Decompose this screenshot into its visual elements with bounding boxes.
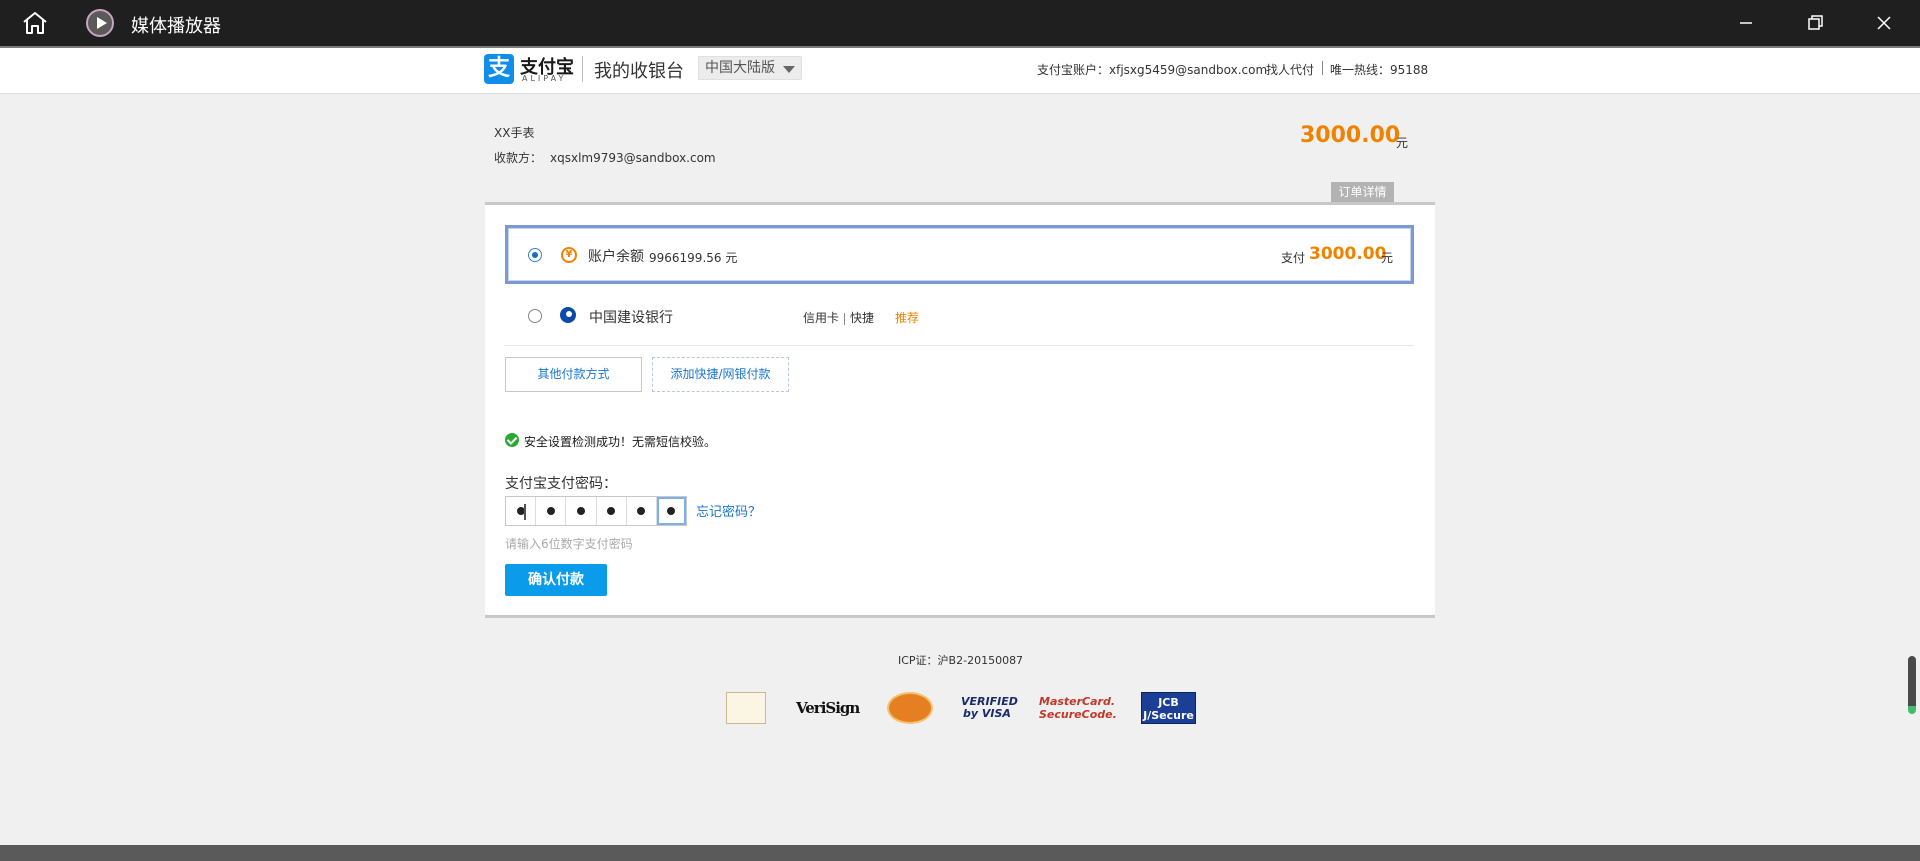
jcb-line1: JCB	[1158, 696, 1179, 709]
password-digit[interactable]	[506, 497, 537, 525]
add-card-button[interactable]: 添加快捷/网银付款	[652, 357, 789, 392]
header-separator	[1322, 61, 1323, 75]
order-amount: 3000.00	[1300, 123, 1401, 148]
recommend-badge: 推荐	[895, 311, 920, 325]
payee-info: 收款方： xqsxlm9793@sandbox.com	[494, 149, 716, 166]
window-title: 媒体播放器	[131, 16, 221, 37]
password-digit[interactable]	[656, 497, 687, 525]
alipay-logo-icon: 支	[484, 54, 514, 84]
bank-radio[interactable]	[528, 309, 542, 323]
password-digit[interactable]	[597, 497, 627, 525]
bank-label[interactable]: 中国建设银行	[589, 307, 673, 327]
check-circle-icon	[505, 433, 519, 447]
options-divider	[505, 345, 1414, 346]
jcb-line2: J/Secure	[1143, 709, 1194, 722]
order-detail-button[interactable]: 订单详情	[1331, 182, 1394, 202]
alipay-logo-sub: ALIPAY	[522, 74, 567, 83]
icp-license: ICP证：沪B2-20150087	[898, 654, 1024, 667]
region-select-label: 中国大陆版	[705, 60, 775, 76]
region-select[interactable]: 中国大陆版	[698, 56, 802, 80]
account-info: 支付宝账户：xfjsxg5459@sandbox.com	[1037, 63, 1268, 77]
verified-by-visa-badge: VERIFIED by VISA	[961, 692, 1018, 724]
cashier-title: 我的收银台	[594, 61, 684, 82]
chevron-down-icon	[783, 66, 795, 73]
text-cursor-icon	[524, 504, 526, 520]
window-titlebar: 媒体播放器	[0, 0, 1920, 46]
jcb-jsecure-badge: JCB J/Secure	[1141, 692, 1196, 724]
confirm-pay-button[interactable]: 确认付款	[505, 564, 607, 596]
media-player-icon	[86, 9, 114, 37]
bottom-bar	[0, 845, 1920, 861]
proxy-pay-link[interactable]: 找人代付	[1266, 61, 1314, 78]
restore-icon[interactable]	[1795, 8, 1835, 38]
order-currency: 元	[1396, 136, 1409, 150]
mastercard-securecode-badge: MasterCard. SecureCode.	[1039, 692, 1117, 724]
password-label: 支付宝支付密码：	[505, 476, 617, 492]
home-icon[interactable]	[20, 10, 50, 36]
scrollbar-thumb[interactable]	[1908, 656, 1916, 714]
bank-tag-credit: 信用卡	[803, 311, 840, 325]
pay-currency: 元	[1381, 251, 1394, 265]
hotline-info: 唯一热线：95188	[1330, 63, 1429, 77]
cashier-header: 支 支付宝 ALIPAY 我的收银台 中国大陆版 支付宝账户：xfjsxg545…	[0, 48, 1920, 94]
password-digit[interactable]	[566, 497, 597, 525]
security-message: 安全设置检测成功！无需短信校验。	[524, 435, 717, 449]
payee-account: xqsxlm9793@sandbox.com	[550, 151, 716, 165]
password-digit[interactable]	[627, 497, 657, 525]
verisign-badge: VeriSign	[796, 699, 860, 717]
password-digit[interactable]	[536, 497, 567, 525]
balance-label: 账户余额	[588, 249, 644, 265]
logo-divider	[582, 56, 583, 82]
pay-amount: 3000.00	[1309, 244, 1387, 264]
password-input[interactable]	[505, 496, 687, 526]
forgot-password-link[interactable]: 忘记密码？	[696, 501, 761, 520]
tag-separator	[844, 312, 846, 325]
pay-label: 支付	[1281, 251, 1306, 265]
visa-line2: by VISA	[963, 707, 1011, 720]
minimize-icon[interactable]	[1726, 8, 1766, 38]
bank-tags: 信用卡 快捷	[803, 309, 874, 326]
yuan-icon: ¥	[561, 247, 577, 263]
security-seal-icon	[887, 692, 933, 724]
other-methods-button[interactable]: 其他付款方式	[505, 357, 642, 392]
balance-radio[interactable]	[528, 248, 542, 262]
mc-line1: MasterCard.	[1039, 695, 1116, 708]
mc-line2: SecureCode.	[1039, 708, 1117, 721]
password-hint: 请输入6位数字支付密码	[505, 537, 633, 551]
certificate-badge-icon	[726, 692, 766, 724]
ccb-bank-icon	[560, 307, 576, 323]
bank-tag-quick: 快捷	[850, 311, 875, 325]
balance-value: 9966199.56 元	[649, 251, 738, 265]
payee-label: 收款方：	[494, 151, 543, 165]
close-icon[interactable]	[1864, 8, 1904, 38]
order-name: XX手表	[494, 126, 535, 140]
